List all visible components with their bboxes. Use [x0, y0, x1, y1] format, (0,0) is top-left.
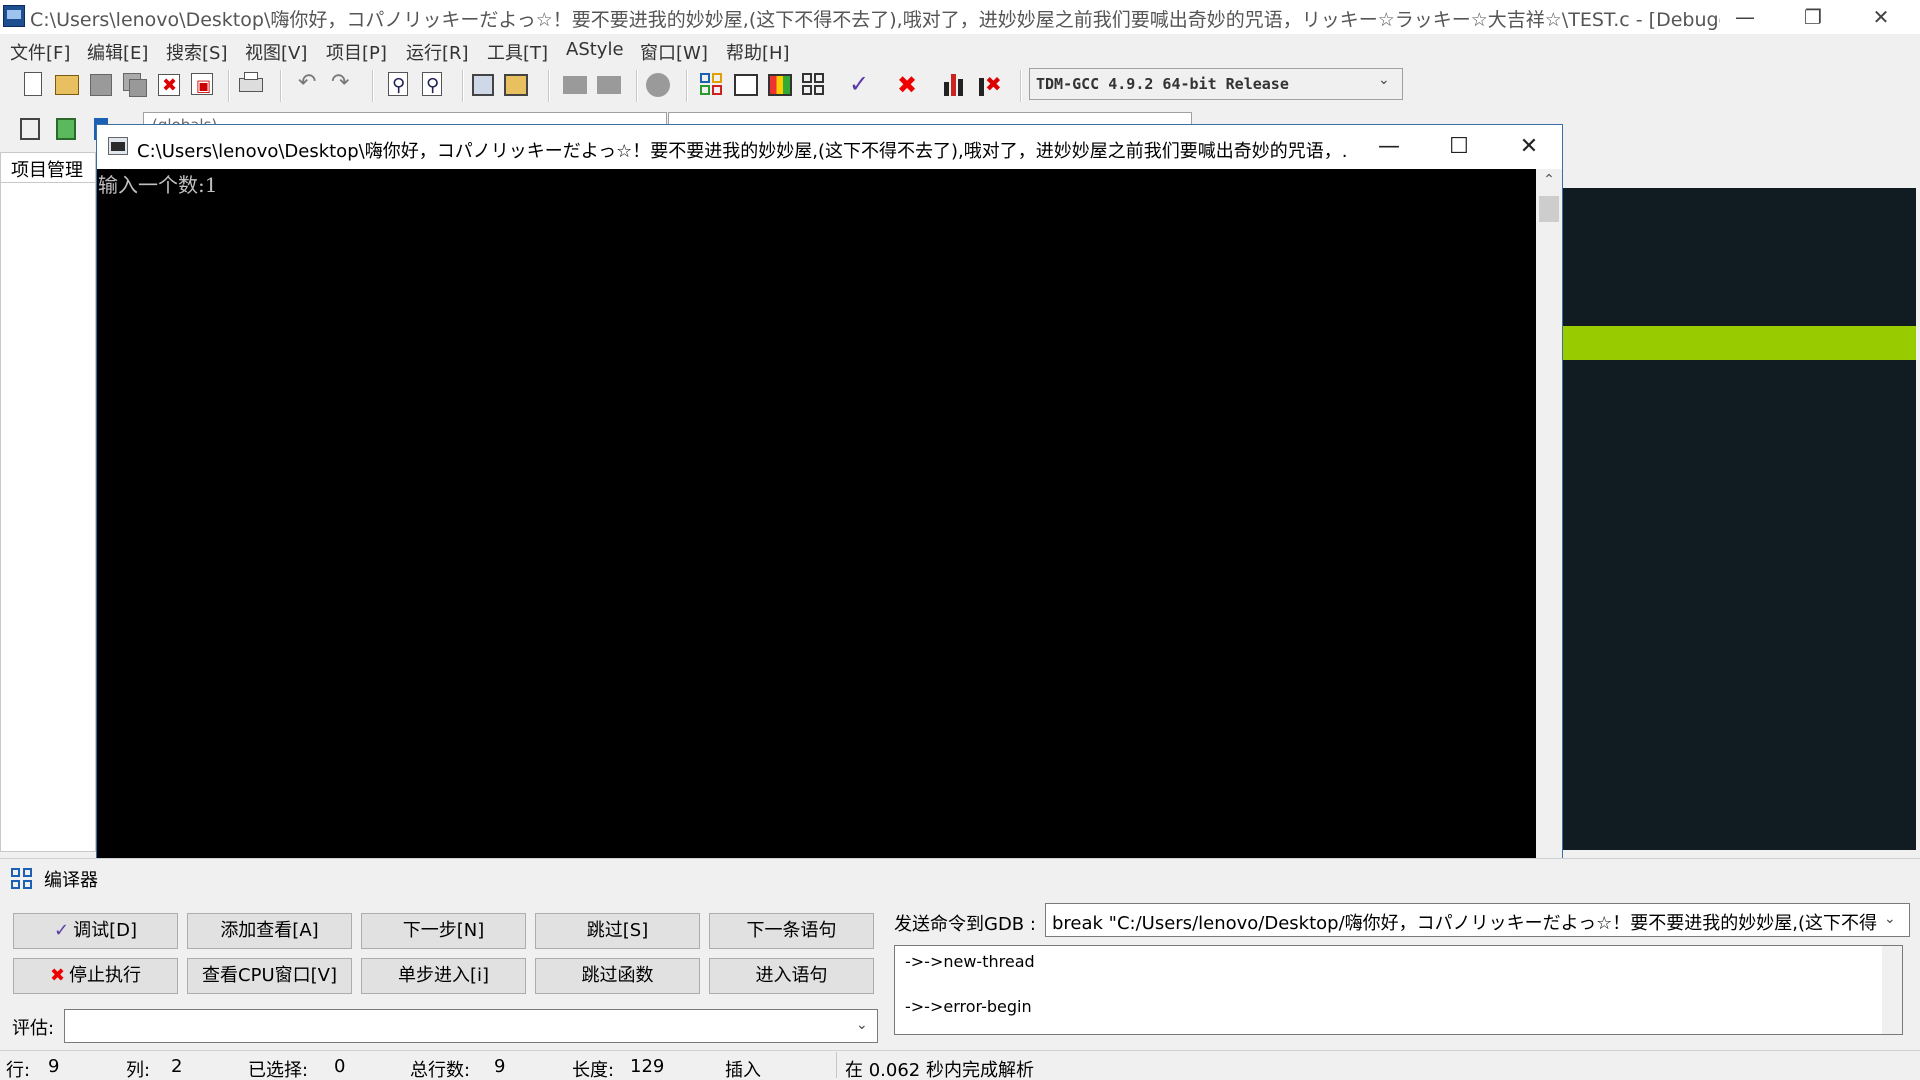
console-maximize-icon[interactable]: ☐	[1424, 125, 1494, 169]
replace-icon[interactable]: ⚲	[418, 70, 448, 100]
status-row-value: 9	[48, 1056, 60, 1077]
open-file-icon[interactable]	[52, 70, 82, 100]
status-length-label: 长度:	[572, 1060, 615, 1080]
cpu-window-button[interactable]: 查看CPU窗口[V]	[187, 958, 352, 994]
status-col-value: 2	[171, 1056, 183, 1077]
project-manager-tab[interactable]: 项目管理	[0, 152, 96, 182]
menu-bar: 文件[F] 编辑[E] 搜索[S] 视图[V] 项目[P] 运行[R] 工具[T…	[0, 34, 1920, 66]
save-all-icon[interactable]	[120, 70, 150, 100]
status-selected-label: 已选择:	[248, 1060, 309, 1080]
status-selected-value: 0	[334, 1056, 346, 1077]
code-editor[interactable]	[1560, 188, 1916, 850]
print-icon[interactable]	[236, 70, 266, 100]
menu-window[interactable]: 窗口[W]	[640, 39, 708, 65]
step-into-statement-button[interactable]: 进入语句	[709, 958, 874, 994]
compiler-tab-icon	[11, 868, 33, 890]
main-toolbar: ✖ ▣ ↶ ↷ ⚲ ⚲ ✓ ✖ ✖	[0, 64, 1920, 110]
tab-compiler[interactable]: 编译器	[44, 866, 98, 892]
menu-edit[interactable]: 编辑[E]	[87, 39, 148, 65]
unindent-icon[interactable]	[502, 70, 532, 100]
menu-search[interactable]: 搜索[S]	[166, 39, 227, 65]
status-row-label: 行:	[6, 1060, 31, 1080]
console-title: C:\Users\lenovo\Desktop\嗨你好，コパノリッキーだよっ☆！…	[137, 141, 1347, 162]
gdb-command-label: 发送命令到GDB :	[894, 914, 1036, 935]
skip-button[interactable]: 跳过[S]	[535, 913, 700, 949]
scroll-up-icon[interactable]: ⌃	[1536, 172, 1562, 188]
close-file-icon[interactable]: ✖	[154, 70, 184, 100]
step-into-button[interactable]: 单步进入[i]	[361, 958, 526, 994]
status-col-label: 列:	[126, 1060, 151, 1080]
chevron-down-icon[interactable]: ⌄	[1378, 72, 1390, 88]
menu-astyle[interactable]: AStyle	[566, 39, 624, 60]
menu-project[interactable]: 项目[P]	[326, 39, 387, 65]
insert-icon[interactable]	[16, 114, 46, 144]
menu-run[interactable]: 运行[R]	[406, 39, 469, 65]
console-app-icon	[108, 137, 128, 155]
menu-view[interactable]: 视图[V]	[245, 39, 307, 65]
rebuild-all-icon[interactable]	[799, 70, 829, 100]
project-manager-pane	[0, 182, 96, 852]
toggle-bookmark-icon[interactable]	[643, 70, 673, 100]
debug-button[interactable]: ✓ 调试[D]	[13, 913, 178, 949]
status-lines-label: 总行数:	[410, 1060, 471, 1080]
console-scrollbar[interactable]	[1536, 169, 1562, 890]
redo-icon[interactable]: ↷	[328, 70, 358, 100]
status-insert-mode: 插入	[725, 1060, 761, 1080]
next-statement-button[interactable]: 下一条语句	[709, 913, 874, 949]
close-icon[interactable]: ✕	[1852, 0, 1910, 34]
close-all-icon[interactable]: ▣	[188, 70, 218, 100]
syntax-check-icon[interactable]: ✓	[845, 70, 875, 100]
compiler-set-select[interactable]: TDM-GCC 4.9.2 64-bit Release	[1029, 68, 1403, 100]
gdb-output-line: ->->error-begin	[905, 997, 1032, 1016]
console-output-text: 输入一个数:1	[98, 173, 218, 197]
bottom-panel-tabs	[0, 858, 1920, 894]
bookmark-forward-icon[interactable]	[594, 70, 624, 100]
status-length-value: 129	[630, 1056, 665, 1077]
compile-icon[interactable]	[697, 70, 727, 100]
console-body[interactable]	[97, 169, 1536, 890]
next-step-button[interactable]: 下一步[N]	[361, 913, 526, 949]
menu-file[interactable]: 文件[F]	[10, 39, 70, 65]
chevron-down-icon[interactable]: ⌄	[1884, 911, 1896, 927]
console-minimize-icon[interactable]: —	[1354, 125, 1424, 169]
check-icon: ✓	[54, 920, 70, 941]
evaluate-label: 评估:	[12, 1018, 55, 1039]
menu-tools[interactable]: 工具[T]	[487, 39, 548, 65]
stop-execution-icon[interactable]: ✖	[892, 70, 922, 100]
run-icon[interactable]	[731, 70, 761, 100]
minimize-icon[interactable]: —	[1716, 0, 1774, 34]
profile-analysis-icon[interactable]	[940, 70, 970, 100]
save-icon[interactable]	[86, 70, 116, 100]
console-scroll-thumb[interactable]	[1539, 196, 1559, 222]
delete-profile-icon[interactable]: ✖	[975, 70, 1005, 100]
bookmark-back-icon[interactable]	[560, 70, 590, 100]
new-file-icon[interactable]	[19, 70, 49, 100]
devcpp-app-icon	[3, 5, 25, 27]
stop-icon: ✖	[49, 965, 66, 986]
gdb-output-scrollbar[interactable]	[1882, 946, 1902, 1034]
compile-run-icon[interactable]	[765, 70, 795, 100]
find-icon[interactable]: ⚲	[384, 70, 414, 100]
status-parse-time: 在 0.062 秒内完成解析	[845, 1060, 1034, 1080]
gdb-command-input[interactable]: break "C:/Users/lenovo/Desktop/嗨你好，コパノリッ…	[1045, 903, 1910, 937]
active-line-highlight	[1560, 326, 1916, 360]
skip-function-button[interactable]: 跳过函数	[535, 958, 700, 994]
menu-help[interactable]: 帮助[H]	[726, 39, 790, 65]
goto-icon[interactable]	[52, 114, 82, 144]
gdb-output-log[interactable]: ->->new-thread ->->error-begin	[894, 945, 1903, 1035]
add-watch-button[interactable]: 添加查看[A]	[187, 913, 352, 949]
console-close-icon[interactable]: ✕	[1494, 125, 1564, 169]
indent-icon[interactable]	[468, 70, 498, 100]
status-lines-value: 9	[494, 1056, 506, 1077]
undo-icon[interactable]: ↶	[295, 70, 325, 100]
main-window-title: C:\Users\lenovo\Desktop\嗨你好，コパノリッキーだよっ☆！…	[30, 9, 1720, 31]
chevron-down-icon[interactable]: ⌄	[856, 1017, 868, 1033]
gdb-output-line: ->->new-thread	[905, 952, 1035, 971]
stop-execution-button[interactable]: ✖ 停止执行	[13, 958, 178, 994]
restore-icon[interactable]: ❐	[1784, 0, 1842, 34]
evaluate-input[interactable]	[64, 1009, 878, 1043]
